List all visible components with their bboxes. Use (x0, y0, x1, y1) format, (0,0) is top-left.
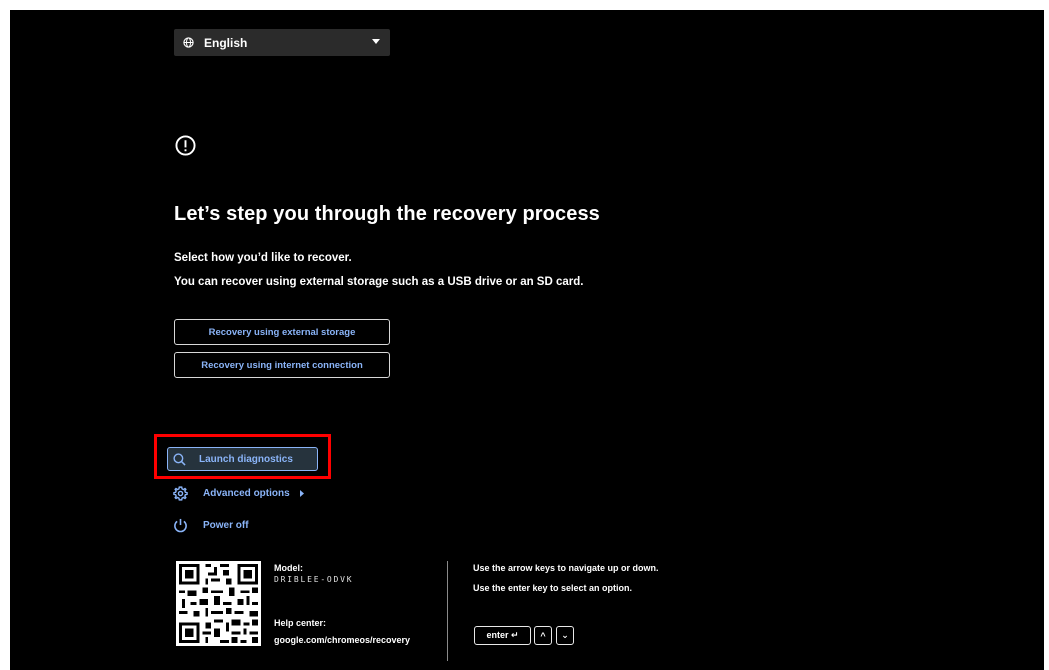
alert-circle-icon (175, 135, 196, 156)
model-label: Model: (274, 563, 303, 573)
help-center-url: google.com/chromeos/recovery (274, 635, 411, 645)
chevron-right-icon (299, 490, 304, 497)
help-center-label: Help center: (274, 618, 327, 628)
navigation-hint: Use the arrow keys to navigate up or dow… (473, 563, 659, 573)
caret-down-icon (372, 39, 380, 44)
search-icon (173, 452, 186, 466)
down-arrow-key: ⌄ (556, 626, 574, 645)
gear-icon (173, 486, 188, 501)
advanced-options-button[interactable]: Advanced options (173, 486, 304, 501)
power-off-label: Power off (203, 520, 249, 531)
globe-icon (183, 37, 194, 48)
recovery-screen: English Let’s step you through the recov… (10, 10, 1044, 670)
language-selector[interactable]: English (174, 29, 390, 56)
recovery-external-storage-button[interactable]: Recovery using external storage (174, 319, 390, 345)
launch-diagnostics-label: Launch diagnostics (199, 453, 293, 465)
up-arrow-key: ^ (534, 626, 552, 645)
launch-diagnostics-button[interactable]: Launch diagnostics (167, 447, 318, 471)
footer-divider (447, 561, 448, 661)
advanced-options-label: Advanced options (203, 488, 290, 499)
power-icon (173, 518, 188, 533)
language-selector-value: English (204, 35, 248, 50)
model-value: DRIBLEE-ODVK (274, 575, 354, 584)
recovery-internet-connection-button[interactable]: Recovery using internet connection (174, 352, 390, 378)
power-off-button[interactable]: Power off (173, 518, 249, 533)
instruction-text: Select how you’d like to recover. (174, 252, 352, 264)
selection-hint: Use the enter key to select an option. (473, 583, 633, 593)
instruction-detail-text: You can recover using external storage s… (174, 276, 584, 288)
page-title: Let’s step you through the recovery proc… (174, 203, 600, 225)
enter-key: enter ↵ (474, 626, 531, 645)
qr-code-icon (176, 561, 261, 646)
